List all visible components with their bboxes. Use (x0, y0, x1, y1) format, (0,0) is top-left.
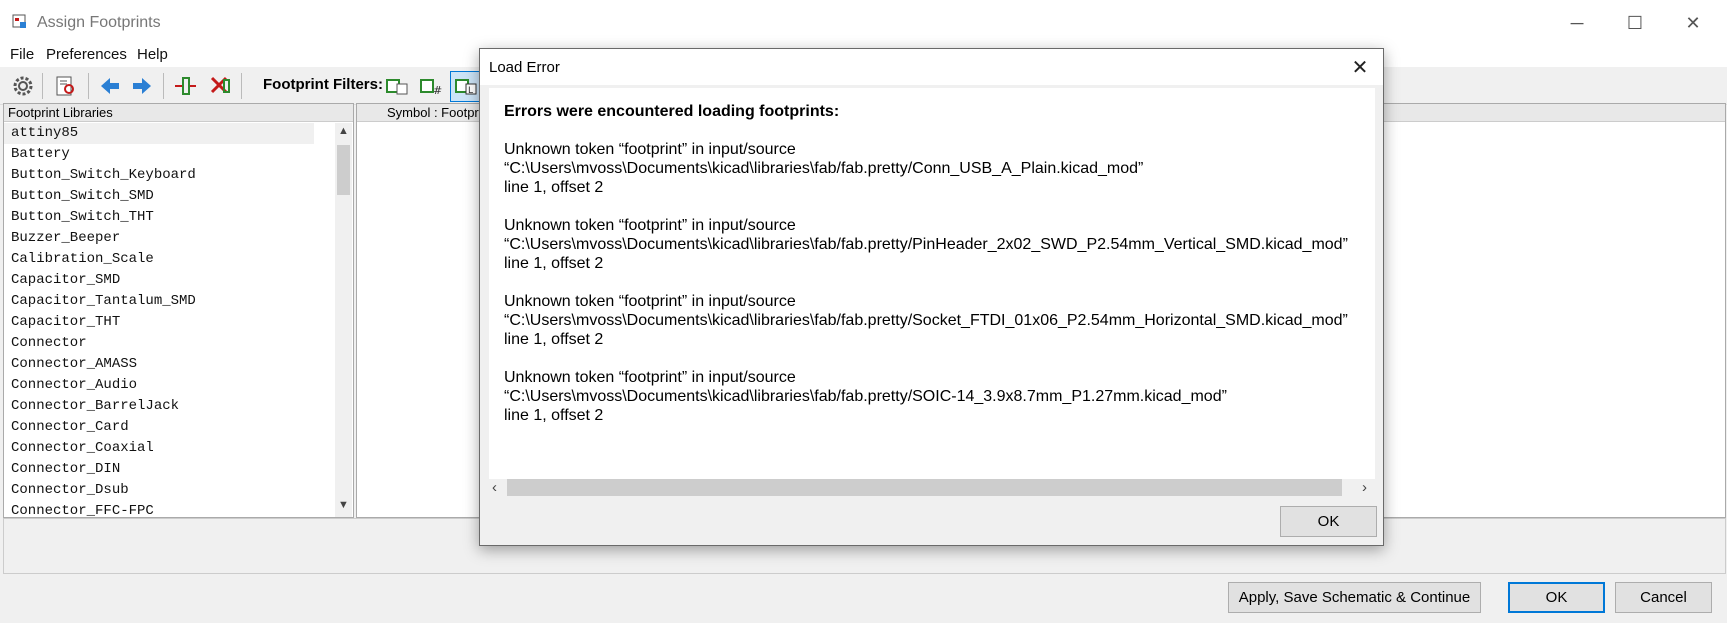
scrollbar-thumb[interactable] (507, 479, 1342, 496)
list-item[interactable]: Connector_Card (4, 417, 334, 438)
list-item[interactable]: Button_Switch_THT (4, 207, 334, 228)
close-button[interactable]: ✕ (1665, 0, 1721, 46)
menu-help[interactable]: Help (137, 46, 168, 63)
arrow-left-icon[interactable] (97, 74, 123, 98)
list-item[interactable]: Capacitor_Tantalum_SMD (4, 291, 334, 312)
filter-pin-count-icon[interactable]: # (418, 74, 444, 98)
auto-associate-icon[interactable] (172, 74, 198, 98)
menu-file[interactable]: File (10, 46, 34, 63)
dialog-close-icon[interactable]: ✕ (1337, 49, 1383, 85)
footprint-libraries-panel: Footprint Libraries attiny85 Battery But… (3, 103, 354, 518)
svg-text:#: # (433, 84, 442, 97)
footprint-filters-label: Footprint Filters: (263, 76, 383, 93)
app-icon (12, 14, 26, 28)
filter-library-icon: L (455, 79, 477, 96)
arrow-right-icon[interactable] (129, 74, 155, 98)
svg-text:L: L (468, 86, 473, 96)
scroll-down-icon[interactable]: ▼ (335, 499, 352, 511)
error-message-area: Errors were encountered loading footprin… (489, 88, 1375, 484)
settings-gear-icon[interactable] (10, 74, 36, 98)
error-entry: Unknown token “footprint” in input/sourc… (504, 368, 1227, 425)
list-item[interactable]: Connector_BarrelJack (4, 396, 334, 417)
libraries-header: Footprint Libraries (4, 104, 353, 122)
filter-keywords-icon[interactable] (384, 74, 410, 98)
error-line: Unknown token “footprint” in input/sourc… (504, 293, 796, 310)
error-entry: Unknown token “footprint” in input/sourc… (504, 292, 1348, 349)
error-line: Unknown token “footprint” in input/sourc… (504, 141, 796, 158)
toolbar-separator (88, 73, 89, 99)
dialog-title-bar: Load Error ✕ (480, 49, 1383, 85)
error-offset: line 1, offset 2 (504, 255, 604, 272)
error-offset: line 1, offset 2 (504, 407, 604, 424)
list-item[interactable]: Connector_Dsub (4, 480, 334, 501)
list-item[interactable]: attiny85 (4, 123, 314, 144)
ok-button[interactable]: OK (1508, 582, 1605, 613)
error-path: “C:\Users\mvoss\Documents\kicad\librarie… (504, 312, 1348, 329)
list-item[interactable]: Button_Switch_SMD (4, 186, 334, 207)
list-item[interactable]: Battery (4, 144, 334, 165)
list-item[interactable]: Buzzer_Beeper (4, 228, 334, 249)
load-error-dialog: Load Error ✕ Errors were encountered loa… (479, 48, 1384, 546)
error-entry: Unknown token “footprint” in input/sourc… (504, 140, 1143, 197)
horizontal-scrollbar[interactable]: ‹ › (489, 479, 1375, 496)
list-item[interactable]: Connector_Coaxial (4, 438, 334, 459)
list-item[interactable]: Connector_DIN (4, 459, 334, 480)
error-path: “C:\Users\mvoss\Documents\kicad\librarie… (504, 160, 1144, 177)
view-footprint-icon[interactable] (52, 74, 78, 98)
libraries-list: attiny85 Battery Button_Switch_Keyboard … (4, 123, 334, 517)
delete-associations-icon[interactable] (207, 74, 233, 98)
dialog-ok-button[interactable]: OK (1280, 506, 1377, 537)
scroll-right-icon[interactable]: › (1362, 479, 1367, 496)
error-offset: line 1, offset 2 (504, 331, 604, 348)
cancel-button[interactable]: Cancel (1615, 582, 1712, 613)
list-item[interactable]: Capacitor_SMD (4, 270, 334, 291)
list-item[interactable]: Connector (4, 333, 334, 354)
minimize-button[interactable]: ─ (1549, 0, 1605, 46)
scroll-left-icon[interactable]: ‹ (492, 479, 497, 496)
toolbar-separator (163, 73, 164, 99)
filter-library-toggle[interactable]: L (450, 71, 482, 102)
error-line: Unknown token “footprint” in input/sourc… (504, 369, 796, 386)
dialog-title: Load Error (489, 59, 560, 76)
error-line: Unknown token “footprint” in input/sourc… (504, 217, 796, 234)
error-path: “C:\Users\mvoss\Documents\kicad\librarie… (504, 236, 1348, 253)
maximize-button[interactable]: ☐ (1607, 0, 1663, 46)
toolbar-separator (42, 73, 43, 99)
list-item[interactable]: Connector_FFC-FPC (4, 501, 334, 517)
apply-save-continue-button[interactable]: Apply, Save Schematic & Continue (1228, 582, 1481, 613)
error-offset: line 1, offset 2 (504, 179, 604, 196)
scroll-up-icon[interactable]: ▲ (335, 125, 352, 137)
list-item[interactable]: Connector_Audio (4, 375, 334, 396)
list-item[interactable]: Calibration_Scale (4, 249, 334, 270)
scrollbar-thumb[interactable] (337, 145, 350, 195)
list-item[interactable]: Capacitor_THT (4, 312, 334, 333)
window-title: Assign Footprints (37, 14, 161, 31)
error-path: “C:\Users\mvoss\Documents\kicad\librarie… (504, 388, 1227, 405)
error-heading: Errors were encountered loading footprin… (504, 103, 840, 120)
title-bar: Assign Footprints ─ ☐ ✕ (0, 0, 1727, 46)
error-entry: Unknown token “footprint” in input/sourc… (504, 216, 1348, 273)
menu-preferences[interactable]: Preferences (46, 46, 127, 63)
libraries-scrollbar[interactable]: ▲ ▼ (335, 123, 352, 517)
list-item[interactable]: Button_Switch_Keyboard (4, 165, 334, 186)
list-item[interactable]: Connector_AMASS (4, 354, 334, 375)
toolbar-separator (241, 73, 242, 99)
